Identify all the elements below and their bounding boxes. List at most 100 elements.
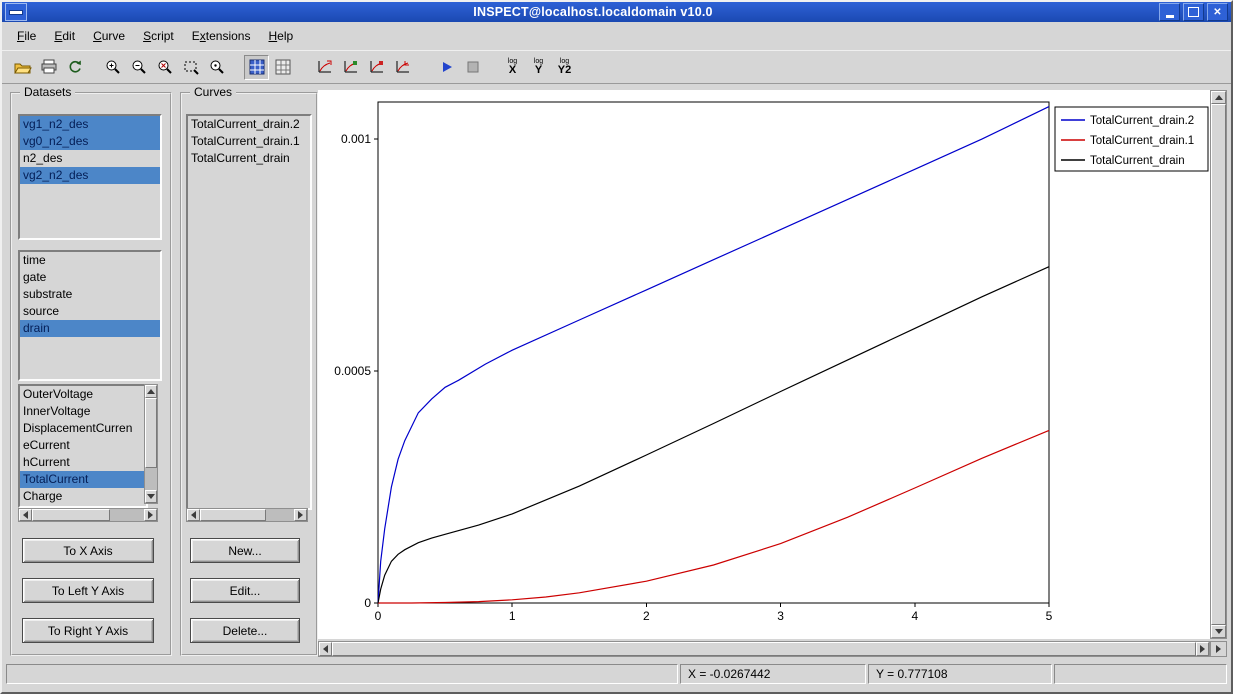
list-item[interactable]: InnerVoltage <box>20 403 146 420</box>
close-button[interactable]: ✕ <box>1207 3 1228 21</box>
close-icon: ✕ <box>1213 6 1222 18</box>
to-right-y-axis-button[interactable]: To Right Y Axis <box>22 618 154 643</box>
abort-script-button[interactable] <box>460 55 485 80</box>
list-item[interactable]: substrate <box>20 286 160 303</box>
menu-edit[interactable]: Edit <box>45 26 84 46</box>
print-button[interactable] <box>36 55 61 80</box>
svg-text:0: 0 <box>364 596 371 610</box>
list-item[interactable]: vg0_n2_des <box>20 133 160 150</box>
quantity-list-vscrollbar[interactable] <box>144 384 158 504</box>
scrollbar-track[interactable] <box>200 509 294 521</box>
scroll-down-button[interactable] <box>145 490 157 503</box>
scrollbar-thumb[interactable] <box>32 509 110 521</box>
grid-view-button[interactable] <box>270 55 295 80</box>
arrow-down-icon <box>147 494 155 499</box>
list-item[interactable]: Charge <box>20 488 146 505</box>
menu-curve[interactable]: Curve <box>84 26 134 46</box>
to-x-axis-button[interactable]: To X Axis <box>22 538 154 563</box>
list-item[interactable]: TotalCurrent_drain <box>188 150 310 167</box>
plot-view-button[interactable] <box>244 54 269 80</box>
curve-tool-1-button[interactable] <box>312 55 337 80</box>
log-y-toggle[interactable]: log Y <box>526 55 551 80</box>
zoom-out-button[interactable] <box>126 55 151 80</box>
list-item[interactable]: eCurrent <box>20 437 146 454</box>
scroll-down-button[interactable] <box>1211 625 1226 638</box>
scroll-up-button[interactable] <box>145 385 157 398</box>
datasets-panel-title: Datasets <box>20 85 76 99</box>
terminal-list[interactable]: time gate substrate source drain <box>18 250 162 381</box>
list-item[interactable]: DisplacementCurren <box>20 420 146 437</box>
scrollbar-track[interactable] <box>145 398 157 490</box>
menu-extensions[interactable]: Extensions <box>183 26 260 46</box>
scroll-right-button[interactable] <box>1196 642 1209 656</box>
plot-hscrollbar[interactable] <box>318 641 1210 657</box>
curve-tool-4-button[interactable] <box>390 55 415 80</box>
list-item[interactable]: hCurrent <box>20 454 146 471</box>
scroll-right-button[interactable] <box>294 509 307 521</box>
plot-canvas[interactable]: 0 1 2 3 4 5 0 0.0005 0.001 TotalCurrent_drain.2 To… <box>318 90 1210 639</box>
log-y-label: Y <box>534 64 543 76</box>
log-x-toggle[interactable]: log X <box>500 55 525 80</box>
svg-text:4: 4 <box>911 609 918 623</box>
scrollbar-track[interactable] <box>32 509 144 521</box>
resize-corner[interactable] <box>1210 641 1227 657</box>
edit-curve-button[interactable]: Edit... <box>190 578 300 603</box>
scrollbar-thumb[interactable] <box>145 398 157 468</box>
zoom-region-button[interactable] <box>178 55 203 80</box>
scrollbar-thumb[interactable] <box>332 642 1196 656</box>
scrollbar-thumb[interactable] <box>200 509 266 521</box>
abort-icon <box>467 61 478 73</box>
window-menu-button[interactable] <box>5 3 27 21</box>
menu-script[interactable]: Script <box>134 26 183 46</box>
delete-curve-button[interactable]: Delete... <box>190 618 300 643</box>
scroll-right-button[interactable] <box>144 509 157 521</box>
arrow-left-icon <box>23 511 28 519</box>
curves-list[interactable]: TotalCurrent_drain.2 TotalCurrent_drain.1… <box>186 114 312 510</box>
app-window: INSPECT@localhost.localdomain v10.0 ✕ Fi… <box>0 0 1233 694</box>
open-file-button[interactable] <box>10 55 35 80</box>
scrollbar-track[interactable] <box>332 642 1196 656</box>
log-y2-toggle[interactable]: log Y2 <box>552 55 577 80</box>
list-item[interactable]: TotalCurrent_drain.2 <box>188 116 310 133</box>
curves-hscrollbar[interactable] <box>186 508 308 522</box>
zoom-in-button[interactable] <box>100 55 125 80</box>
list-item[interactable]: vg2_n2_des <box>20 167 160 184</box>
new-curve-button[interactable]: New... <box>190 538 300 563</box>
scroll-left-button[interactable] <box>187 509 200 521</box>
list-item[interactable]: n2_des <box>20 150 160 167</box>
plot-vscrollbar[interactable] <box>1210 90 1227 639</box>
menu-file[interactable]: File <box>8 26 45 46</box>
scroll-left-button[interactable] <box>319 642 332 656</box>
list-item[interactable]: gate <box>20 269 160 286</box>
quantity-list[interactable]: OuterVoltage InnerVoltage DisplacementCurr… <box>18 384 148 508</box>
run-script-button[interactable] <box>434 55 459 80</box>
svg-text:5: 5 <box>1046 609 1053 623</box>
to-left-y-axis-button[interactable]: To Left Y Axis <box>22 578 154 603</box>
zoom-reset-button[interactable] <box>152 55 177 80</box>
list-item[interactable]: TotalCurrent_drain.1 <box>188 133 310 150</box>
minimize-button[interactable] <box>1159 3 1180 21</box>
zoom-pointer-button[interactable] <box>204 55 229 80</box>
curve-tool-3-button[interactable] <box>364 55 389 80</box>
maximize-icon <box>1188 7 1199 17</box>
scrollbar-thumb[interactable] <box>1211 104 1226 625</box>
title-bar[interactable]: INSPECT@localhost.localdomain v10.0 ✕ <box>2 2 1231 22</box>
menu-help[interactable]: Help <box>259 26 302 46</box>
maximize-button[interactable] <box>1183 3 1204 21</box>
scroll-up-button[interactable] <box>1211 91 1226 104</box>
list-item[interactable]: TotalCurrent <box>20 471 146 488</box>
plot-region[interactable]: 0 1 2 3 4 5 0 0.0005 0.001 TotalCurrent_drain.2 To… <box>318 90 1210 639</box>
reload-button[interactable] <box>62 55 87 80</box>
scroll-left-button[interactable] <box>19 509 32 521</box>
curve-tool-2-button[interactable] <box>338 55 363 80</box>
list-item[interactable]: OuterVoltage <box>20 386 146 403</box>
toolbar-separator <box>416 55 434 79</box>
list-item[interactable]: vg1_n2_des <box>20 116 160 133</box>
plot-frame <box>377 101 1050 604</box>
dataset-list[interactable]: vg1_n2_des vg0_n2_des n2_des vg2_n2_des <box>18 114 162 240</box>
list-item[interactable]: time <box>20 252 160 269</box>
datasets-hscrollbar[interactable] <box>18 508 158 522</box>
list-item[interactable]: source <box>20 303 160 320</box>
list-item[interactable]: drain <box>20 320 160 337</box>
scrollbar-track[interactable] <box>1211 104 1226 625</box>
